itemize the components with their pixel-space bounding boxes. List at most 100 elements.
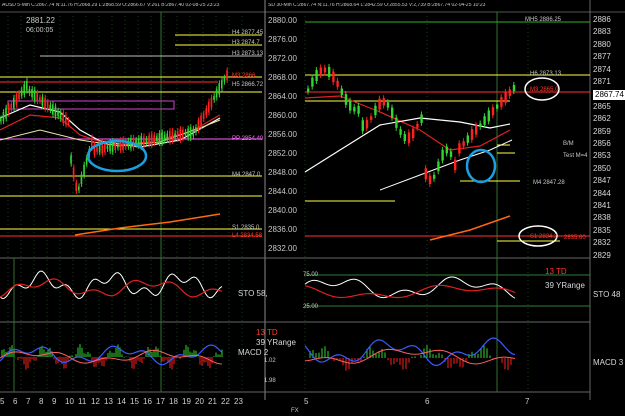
left-candle <box>13 97 15 108</box>
left-candle <box>182 129 184 139</box>
left-candle <box>174 133 176 138</box>
right-inner-price-tick: 2848.00 <box>268 168 297 177</box>
right-candle <box>508 89 511 96</box>
right-inner-price-tick: 2860.00 <box>268 111 297 120</box>
left-candle <box>2 112 5 122</box>
right-candle <box>328 66 331 77</box>
right-x-tick-6: 6 <box>425 397 430 406</box>
right-highlight-circle <box>465 148 497 184</box>
chart-canvas[interactable] <box>0 0 625 416</box>
right-ma-red <box>304 95 511 151</box>
left-candle <box>98 145 101 153</box>
left-x-tick: 13 <box>104 397 113 406</box>
right-candle <box>399 129 402 135</box>
left-candle <box>171 131 174 141</box>
right-candle <box>428 175 432 185</box>
right-x-tick-7: 7 <box>525 397 530 406</box>
left-stoch-line <box>0 270 223 300</box>
right-axis-tick: 2850 <box>593 163 611 173</box>
left-candle <box>114 141 116 150</box>
left-chart-header: AUSD 5-Min C:2867.74 N:11.76 H:2868.29 L… <box>2 3 220 8</box>
right-axis-tick: 2838 <box>593 213 611 223</box>
left-ma-orange <box>74 213 221 236</box>
right-candle <box>349 100 352 111</box>
right-axis-tick: 2880 <box>593 39 611 49</box>
right-axis-tick: 2886 <box>593 15 611 24</box>
left-level-m3: M3 2866 <box>232 73 256 79</box>
left-candle <box>215 89 218 98</box>
right-candle <box>336 80 339 87</box>
left-candle <box>39 97 41 101</box>
right-candle <box>353 107 356 112</box>
left-level-h4: H4 2877.45 <box>232 30 264 36</box>
right-candle <box>441 149 444 161</box>
left-candle <box>28 88 31 94</box>
right-candle <box>487 110 490 122</box>
right-candle <box>454 159 457 171</box>
right-candle <box>382 98 385 106</box>
right-candle <box>458 143 461 154</box>
left-level-s1: S1 2835.0 <box>232 225 260 231</box>
left-candle <box>41 96 44 106</box>
right-sto-25: 25.00 <box>303 304 319 310</box>
right-x-tick-5: 5 <box>304 397 309 406</box>
right-candle <box>483 116 486 125</box>
left-candle <box>78 186 80 191</box>
left-candle <box>226 70 228 80</box>
right-candle <box>323 67 327 73</box>
left-candle <box>65 114 67 125</box>
left-candle <box>169 131 171 142</box>
left-candle <box>158 133 161 144</box>
left-price-line: 2881.22 <box>26 16 55 25</box>
right-sto-75: 75.00 <box>303 272 319 278</box>
left-candle <box>163 134 166 141</box>
right-axis-tick: 2877 <box>593 52 611 62</box>
left-candle <box>83 164 85 176</box>
left-candle <box>18 93 20 100</box>
right-axis-tick: 2859 <box>593 126 611 136</box>
right-candle <box>370 116 373 120</box>
left-candle <box>161 132 163 143</box>
right-axis-tick: 2853 <box>593 151 611 161</box>
left-candle <box>205 108 207 116</box>
right-candle <box>449 151 453 157</box>
left-candle <box>189 127 192 139</box>
right-inner-price-tick: 2868.00 <box>268 73 297 82</box>
left-level-h3: H3 2874.7 <box>232 40 260 46</box>
left-candle <box>192 128 194 136</box>
left-candle <box>153 135 155 143</box>
right-candle <box>491 107 495 116</box>
right-inner-price-tick: 2852.00 <box>268 149 297 158</box>
left-candle <box>223 77 226 82</box>
left-x-tick: 23 <box>234 397 243 406</box>
left-candle <box>208 101 210 113</box>
right-level-m4: M4 2847.28 <box>533 180 565 186</box>
right-inner-price-tick: 2864.00 <box>268 92 297 101</box>
left-x-tick: 18 <box>169 397 178 406</box>
right-candle <box>374 105 377 116</box>
right-candle <box>311 77 314 87</box>
right-candle <box>391 107 394 118</box>
right-inner-price-tick: 2836.00 <box>268 225 297 234</box>
left-candle <box>145 138 148 142</box>
right-inner-price-tick: 2856.00 <box>268 130 297 139</box>
left-candle <box>200 115 202 126</box>
right-candle <box>512 84 516 92</box>
left-macd-line <box>0 344 223 366</box>
left-candle <box>44 97 46 109</box>
left-candle <box>111 140 114 152</box>
right-candle <box>315 70 318 82</box>
right-candle <box>445 146 448 154</box>
right-axis-tick: 2847 <box>593 176 611 186</box>
right-candle <box>424 168 427 180</box>
left-candle <box>62 112 64 124</box>
left-candle <box>59 112 62 120</box>
right-axis-tick: 2832 <box>593 238 611 248</box>
current-price-badge: 2867.74 <box>593 90 625 100</box>
left-candle <box>54 106 57 117</box>
right-candle <box>361 120 364 132</box>
left-candle <box>195 127 197 133</box>
left-candle <box>197 120 200 131</box>
left-candle <box>148 135 150 145</box>
left-macd-val2: 1.98 <box>264 378 276 384</box>
